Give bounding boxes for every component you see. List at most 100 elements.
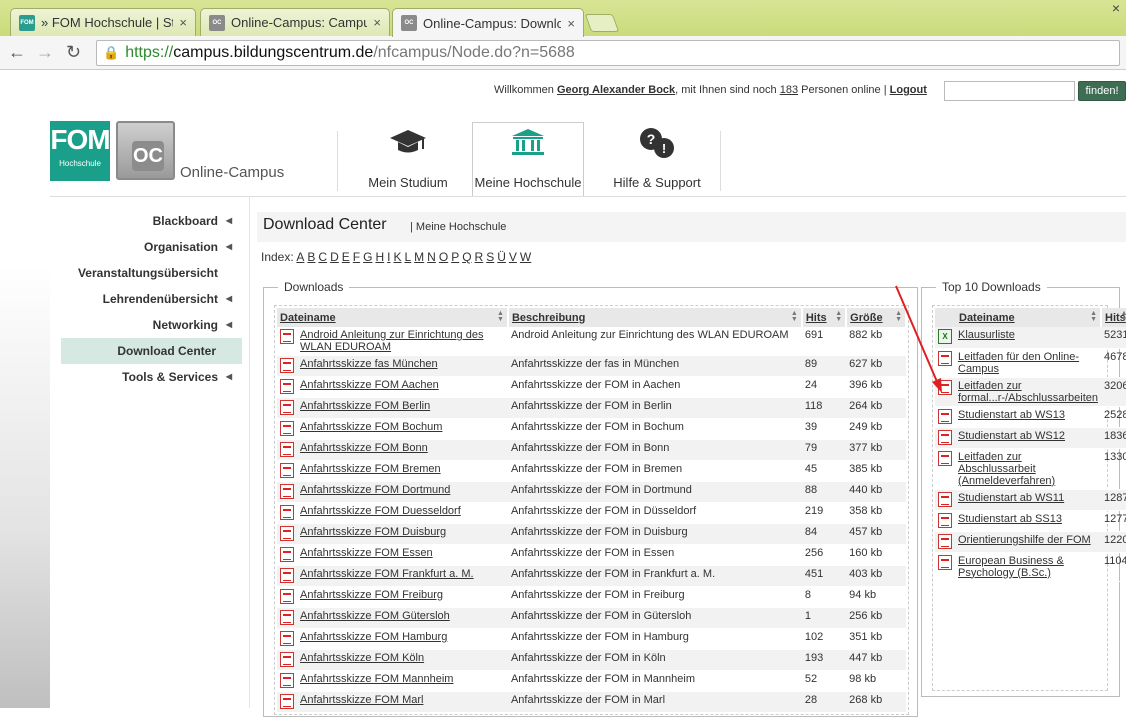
file-link[interactable]: Anfahrtsskizze FOM Mannheim [300, 673, 505, 688]
file-link[interactable]: Anfahrtsskizze FOM Freiburg [300, 589, 505, 604]
sidebar-item-veranstaltungsuebersicht[interactable]: Veranstaltungsübersicht [52, 260, 242, 286]
index-letter-link[interactable]: C [318, 250, 327, 264]
hits-cell: 451 [801, 565, 847, 587]
file-link[interactable]: Leitfaden zur formal...r-/Abschlussarbei… [958, 380, 1098, 404]
index-letter-link[interactable]: N [427, 250, 436, 264]
file-link[interactable]: Studienstart ab WS11 [958, 492, 1098, 507]
hits-cell: 102 [801, 628, 847, 650]
search-input[interactable] [944, 81, 1075, 101]
column-header-groesse[interactable]: Größe ▲ ▼ [846, 308, 907, 327]
index-letter-link[interactable]: L [404, 250, 411, 264]
sidebar-item-lehrendenuebersicht[interactable]: Lehrendenübersicht ◀ [52, 286, 242, 312]
file-link[interactable]: Klausurliste [958, 329, 1098, 344]
index-letter-link[interactable]: K [393, 250, 401, 264]
index-letter-link[interactable]: F [353, 250, 360, 264]
index-letter-link[interactable]: V [509, 250, 517, 264]
file-link[interactable]: Anfahrtsskizze fas München [300, 358, 505, 373]
table-row: Anfahrtsskizze FOM Duesseldorf Anfahrtssk… [277, 502, 906, 524]
file-link[interactable]: European Business & Psychology (B.Sc.) [958, 555, 1098, 579]
browser-tab-3-active[interactable]: OC Online-Campus: Downloa × [392, 8, 584, 37]
index-letter-link[interactable]: D [330, 250, 339, 264]
online-count-link[interactable]: 183 [780, 84, 798, 96]
column-header-hits[interactable]: Hits ▲ ▼ [801, 308, 848, 327]
sort-icon: ▲ ▼ [497, 310, 504, 323]
url-scheme: https:// [125, 44, 174, 61]
user-name-link[interactable]: Georg Alexander Bock [557, 84, 675, 96]
file-link[interactable]: Studienstart ab SS13 [958, 513, 1098, 528]
file-link[interactable]: Anfahrtsskizze FOM Hamburg [300, 631, 505, 646]
table-row: Android Anleitung zur Einrichtung des WL… [277, 327, 906, 356]
file-link[interactable]: Studienstart ab WS13 [958, 409, 1098, 424]
new-tab-button[interactable] [584, 14, 620, 32]
hits-cell: 691 [801, 327, 847, 356]
index-letter-link[interactable]: B [307, 250, 315, 264]
column-header-dateiname[interactable]: Dateiname ▲ ▼ [277, 308, 509, 327]
file-link[interactable]: Android Anleitung zur Einrichtung des WL… [300, 329, 505, 353]
browser-tab-2[interactable]: OC Online-Campus: Campus × [200, 8, 390, 36]
index-letter-link[interactable]: Ü [497, 250, 506, 264]
sidebar-item-download-center[interactable]: Download Center [61, 338, 242, 364]
sidebar-item-tools-services[interactable]: Tools & Services ◀ [52, 364, 242, 390]
index-letter-link[interactable]: Q [462, 250, 471, 264]
file-link[interactable]: Anfahrtsskizze FOM Aachen [300, 379, 505, 394]
file-link[interactable]: Anfahrtsskizze FOM Berlin [300, 400, 505, 415]
index-letter-link[interactable]: H [375, 250, 384, 264]
file-link[interactable]: Studienstart ab WS12 [958, 430, 1098, 445]
index-letter-link[interactable]: S [486, 250, 494, 264]
fom-logo[interactable]: FOM Hochschule [50, 121, 111, 181]
index-letter-link[interactable]: G [363, 250, 372, 264]
file-link[interactable]: Leitfaden für den Online-Campus [958, 351, 1098, 375]
index-letter-link[interactable]: R [475, 250, 484, 264]
file-link[interactable]: Anfahrtsskizze FOM Frankfurt a. M. [300, 568, 505, 583]
hits-cell: 1277 [1101, 510, 1126, 532]
file-link[interactable]: Anfahrtsskizze FOM Dortmund [300, 484, 505, 499]
index-letter-link[interactable]: A [296, 250, 304, 264]
file-link[interactable]: Anfahrtsskizze FOM Bochum [300, 421, 505, 436]
index-letter-link[interactable]: P [451, 250, 459, 264]
browser-tab-1[interactable]: FOM » FOM Hochschule | Studi × [10, 8, 196, 36]
oc-logo[interactable]: OC [116, 121, 175, 180]
tab-close-icon[interactable]: × [179, 15, 187, 30]
file-link[interactable]: Anfahrtsskizze FOM Essen [300, 547, 505, 562]
file-link[interactable]: Orientierungshilfe der FOM [958, 534, 1098, 549]
file-link[interactable]: Anfahrtsskizze FOM Duisburg [300, 526, 505, 541]
description-cell: Anfahrtsskizze der FOM in Aachen [507, 376, 802, 398]
forward-arrow-icon[interactable]: → [36, 42, 54, 62]
sidebar-item-blackboard[interactable]: Blackboard ◀ [52, 208, 242, 234]
back-arrow-icon[interactable]: ← [8, 42, 26, 62]
description-cell: Anfahrtsskizze der FOM in Berlin [507, 397, 802, 419]
tab-close-icon[interactable]: × [373, 15, 381, 30]
index-letter-link[interactable]: I [387, 250, 390, 264]
nav-meine-hochschule[interactable]: Meine Hochschule [472, 122, 584, 196]
window-close-icon[interactable]: × [1112, 0, 1120, 16]
column-header-beschreibung[interactable]: Beschreibung ▲ ▼ [507, 308, 803, 327]
address-bar[interactable]: 🔒 https:// campus.bildungscentrum.de /nf… [96, 40, 1120, 66]
pdf-file-icon [280, 484, 294, 499]
sidebar-item-networking[interactable]: Networking ◀ [52, 312, 242, 338]
tab-close-icon[interactable]: × [567, 16, 575, 31]
sidebar-item-organisation[interactable]: Organisation ◀ [52, 234, 242, 260]
file-link[interactable]: Anfahrtsskizze FOM Bremen [300, 463, 505, 478]
file-link[interactable]: Anfahrtsskizze FOM Gütersloh [300, 610, 505, 625]
file-link[interactable]: Anfahrtsskizze FOM Bonn [300, 442, 505, 457]
file-link[interactable]: Leitfaden zur Abschlussarbeit (Anmeldeve… [958, 451, 1098, 487]
site-name: Online-Campus [180, 164, 285, 181]
size-cell: 249 kb [846, 418, 906, 440]
nav-hilfe-support[interactable]: ?! Hilfe & Support [601, 123, 713, 195]
index-letter-link[interactable]: M [414, 250, 424, 264]
index-letter-link[interactable]: W [520, 250, 531, 264]
search-button[interactable]: finden! [1078, 81, 1126, 101]
hits-cell: 193 [801, 649, 847, 671]
file-link[interactable]: Anfahrtsskizze FOM Marl [300, 694, 505, 709]
pdf-file-icon [280, 421, 294, 436]
file-link[interactable]: Anfahrtsskizze FOM Köln [300, 652, 505, 667]
reload-icon[interactable]: ↻ [66, 42, 81, 62]
column-header-hits[interactable]: Hits ▲ ▼ [1101, 308, 1126, 327]
column-header-dateiname[interactable]: Dateiname ▲ ▼ [935, 308, 1102, 327]
pdf-file-icon [280, 526, 294, 541]
index-letter-link[interactable]: E [342, 250, 350, 264]
logout-link[interactable]: Logout [890, 84, 927, 96]
file-link[interactable]: Anfahrtsskizze FOM Duesseldorf [300, 505, 505, 520]
nav-mein-studium[interactable]: Mein Studium [352, 123, 464, 195]
index-letter-link[interactable]: O [439, 250, 448, 264]
